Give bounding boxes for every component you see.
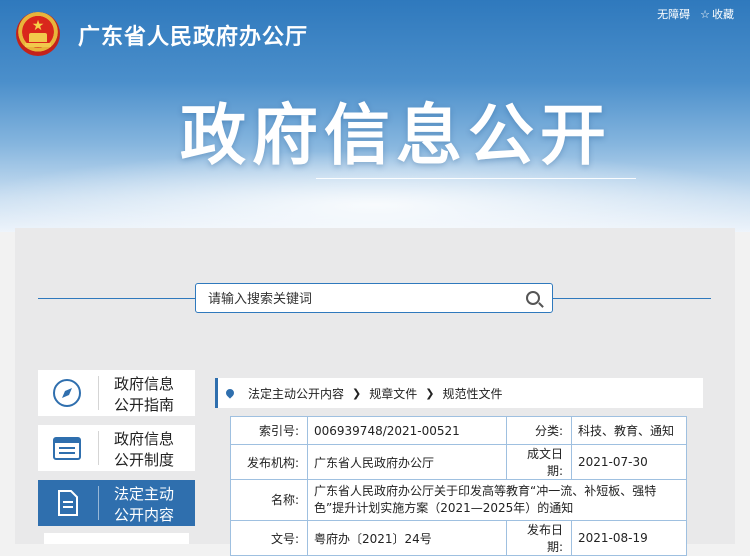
- search-divider-right: [553, 298, 711, 299]
- name-value: 广东省人民政府办公厅关于印发高等教育“冲一流、补短板、强特色”提升计划实施方案（…: [307, 479, 687, 521]
- doc-no-label: 文号:: [230, 520, 308, 556]
- sidebar-separator: [98, 431, 99, 465]
- search-box: [195, 283, 553, 313]
- publisher-value: 广东省人民政府办公厅: [307, 444, 507, 480]
- sidebar-separator: [98, 376, 99, 410]
- sidebar-item-label: 法定主动公开内容: [114, 485, 175, 524]
- table-row: 发布机构: 广东省人民政府办公厅 成文日期: 2021-07-30: [230, 444, 688, 480]
- banner-divider: [316, 178, 636, 179]
- breadcrumb-item[interactable]: 规范性文件: [442, 385, 502, 402]
- accessibility-link[interactable]: 无障碍: [657, 6, 690, 22]
- sidebar-item-label: 政府信息公开指南: [114, 375, 175, 414]
- breadcrumb-item[interactable]: 法定主动公开内容: [248, 385, 344, 402]
- category-label: 分类:: [505, 416, 572, 445]
- favorite-link[interactable]: ☆ 收藏: [700, 6, 734, 22]
- search-divider-left: [38, 298, 195, 299]
- sidebar-item-content[interactable]: 法定主动公开内容: [38, 480, 195, 526]
- document-list-icon: [52, 433, 82, 463]
- table-row: 文号: 粤府办〔2021〕24号 发布日期: 2021-08-19: [230, 520, 688, 556]
- compass-icon: [52, 378, 82, 408]
- sidebar-item-label: 政府信息公开制度: [114, 430, 175, 469]
- doc-no-value: 粤府办〔2021〕24号: [307, 520, 507, 556]
- site-title[interactable]: 广东省人民政府办公厅: [78, 19, 308, 51]
- document-meta-table: 索引号: 006939748/2021-00521 分类: 科技、教育、通知 发…: [230, 416, 688, 556]
- index-label: 索引号:: [230, 416, 308, 445]
- publish-date-label: 发布日期:: [505, 520, 572, 556]
- header-banner: ★ 广东省人民政府办公厅 无障碍 ☆ 收藏 政府信息公开: [0, 0, 750, 232]
- name-label: 名称:: [230, 479, 308, 521]
- sidebar-submenu: [44, 533, 189, 544]
- search-icon[interactable]: [526, 291, 540, 305]
- chevron-right-icon: ❯: [352, 386, 362, 400]
- star-icon: ☆: [700, 8, 710, 21]
- sidebar-separator: [98, 486, 99, 520]
- category-value: 科技、教育、通知: [570, 416, 688, 445]
- chevron-right-icon: ❯: [425, 386, 435, 400]
- written-date-label: 成文日期:: [505, 444, 572, 480]
- table-row: 名称: 广东省人民政府办公厅关于印发高等教育“冲一流、补短板、强特色”提升计划实…: [230, 479, 687, 521]
- breadcrumb: 法定主动公开内容 ❯ 规章文件 ❯ 规范性文件: [215, 378, 703, 408]
- location-pin-icon: [224, 387, 236, 399]
- table-row: 索引号: 006939748/2021-00521 分类: 科技、教育、通知: [230, 416, 688, 445]
- national-emblem-icon[interactable]: ★: [16, 12, 60, 56]
- file-icon: [52, 488, 82, 518]
- breadcrumb-item[interactable]: 规章文件: [369, 385, 417, 402]
- sidebar-item-system[interactable]: 政府信息公开制度: [38, 425, 195, 471]
- search-input[interactable]: [206, 289, 510, 309]
- index-value: 006939748/2021-00521: [307, 416, 507, 445]
- banner-title: 政府信息公开: [180, 97, 612, 174]
- top-links: 无障碍 ☆ 收藏: [657, 6, 734, 22]
- sidebar-item-guide[interactable]: 政府信息公开指南: [38, 370, 195, 416]
- publish-date-value: 2021-08-19: [570, 520, 688, 556]
- publisher-label: 发布机构:: [230, 444, 308, 480]
- written-date-value: 2021-07-30: [570, 444, 688, 480]
